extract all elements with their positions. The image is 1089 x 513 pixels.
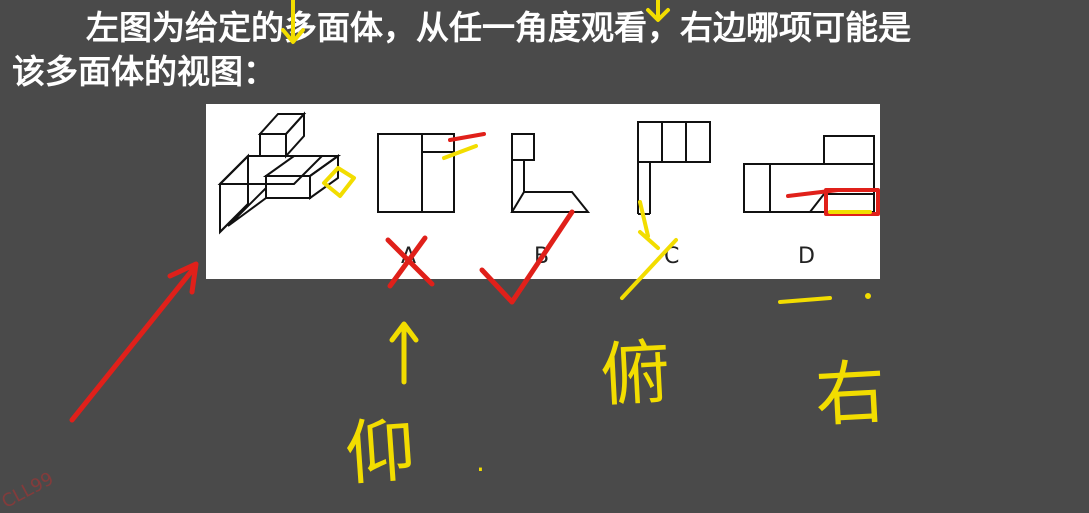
top-arrow-right — [646, 0, 670, 22]
handwritten-view-right: 右 — [813, 351, 888, 437]
dash-mark — [778, 296, 832, 304]
handwritten-view-front: 仰 — [342, 408, 419, 496]
handwritten-dot: . — [476, 445, 485, 478]
option-b-correct-mark — [479, 209, 575, 305]
up-arrow — [389, 321, 419, 385]
handwritten-view-top: 俯 — [598, 331, 673, 417]
reference-highlight-mark — [322, 166, 356, 198]
pointer-arrow — [69, 261, 199, 423]
option-a-wrong-mark — [385, 235, 435, 289]
annotation-overlay — [69, 0, 880, 423]
option-c-wrong-mark — [620, 200, 678, 300]
top-arrow-left — [281, 0, 305, 44]
